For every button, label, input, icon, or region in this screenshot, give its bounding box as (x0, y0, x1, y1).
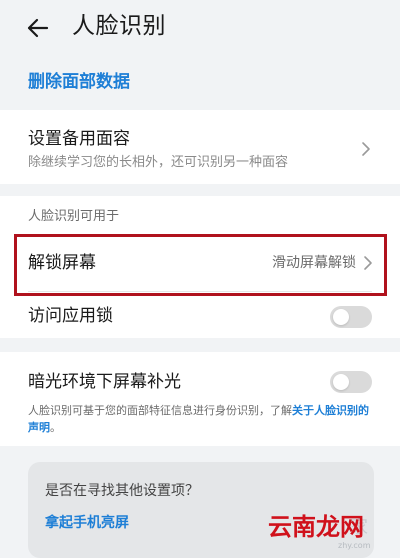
backup-face-subtitle: 除继续学习您的长相外，还可识别另一种面容 (28, 155, 289, 170)
disclaimer-text: 人脸识别可基于您的面部特征信息进行身份识别，了解关于人脸识别的声明。 (28, 402, 378, 436)
raise-to-wake-link[interactable]: 拿起手机亮屏 (45, 513, 129, 533)
suggestion-question: 是否在寻找其他设置项？ (45, 483, 199, 499)
chevron-right-icon (362, 254, 374, 272)
usage-section-header: 人脸识别可用于 (28, 209, 120, 224)
toggle-knob (333, 374, 349, 390)
chevron-right-icon (360, 140, 372, 158)
dim-light-toggle[interactable] (330, 371, 372, 393)
watermark-brand: 云南龙网 (268, 513, 364, 541)
disclaimer-body: 人脸识别可基于您的面部特征信息进行身份识别，了解 (28, 404, 292, 417)
backup-face-title: 设置备用面容 (28, 129, 130, 149)
delete-face-data-link[interactable]: 删除面部数据 (28, 70, 130, 94)
unlock-screen-title: 解锁屏幕 (28, 253, 96, 273)
unlock-screen-row[interactable]: 解锁屏幕 滑动屏幕解锁 (20, 238, 380, 288)
unlock-screen-value: 滑动屏幕解锁 (272, 255, 356, 271)
divider (28, 291, 372, 292)
backup-face-row[interactable]: 设置备用面容 除继续学习您的长相外，还可识别另一种面容 (0, 110, 400, 184)
suggestion-card: 是否在寻找其他设置项？ 拿起手机亮屏 (28, 462, 374, 558)
watermark-url: zhy.com (338, 541, 371, 550)
title-bar: 人脸识别 (0, 0, 400, 56)
app-lock-toggle[interactable] (330, 306, 372, 328)
disclaimer-suffix: 。 (50, 421, 61, 434)
dim-light-title: 暗光环境下屏幕补光 (28, 372, 181, 392)
toggle-knob (333, 309, 349, 325)
page-title: 人脸识别 (72, 13, 166, 39)
app-lock-title: 访问应用锁 (28, 306, 113, 326)
usage-section-card: 人脸识别可用于 解锁屏幕 滑动屏幕解锁 访问应用锁 (0, 196, 400, 338)
arrow-left-icon (27, 18, 49, 38)
back-button[interactable] (18, 8, 58, 48)
